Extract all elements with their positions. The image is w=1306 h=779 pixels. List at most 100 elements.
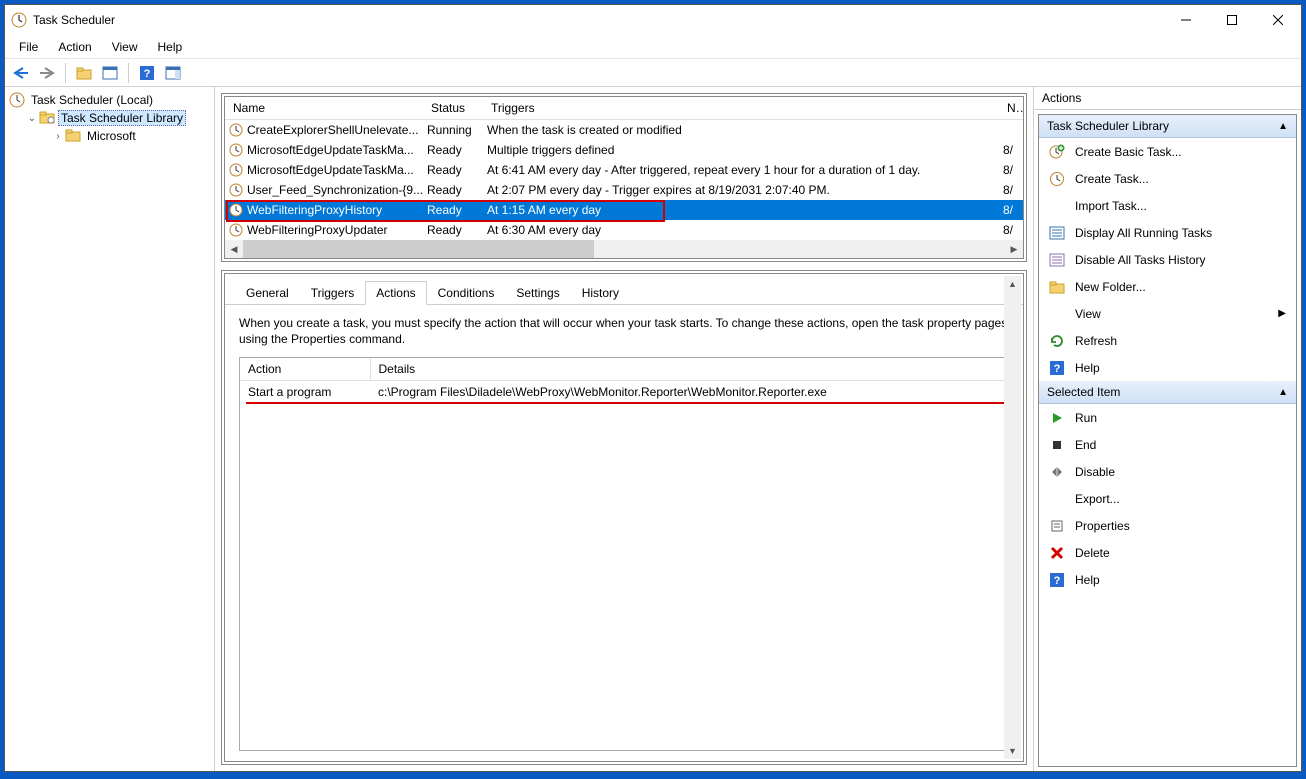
none-icon xyxy=(1049,306,1065,322)
tab-actions[interactable]: Actions xyxy=(365,281,426,305)
refresh-icon xyxy=(1049,333,1065,349)
tab-general[interactable]: General xyxy=(235,281,300,305)
folder-library-icon xyxy=(39,110,55,126)
tab-history[interactable]: History xyxy=(571,281,630,305)
action-create-basic-task[interactable]: Create Basic Task... xyxy=(1039,138,1296,165)
tab-conditions[interactable]: Conditions xyxy=(427,281,506,305)
play-icon xyxy=(1049,410,1065,426)
action-row[interactable]: Start a programc:\Program Files\Diladele… xyxy=(240,380,1008,403)
tree-library[interactable]: ⌄ Task Scheduler Library xyxy=(5,109,214,127)
actions-pane: Actions Task Scheduler Library ▲ Create … xyxy=(1033,87,1301,771)
action-help2[interactable]: ? Help xyxy=(1039,566,1296,593)
task-name: WebFilteringProxyHistory xyxy=(247,203,382,217)
tree-microsoft[interactable]: › Microsoft xyxy=(5,127,214,145)
task-triggers: At 2:07 PM every day - Trigger expires a… xyxy=(483,180,999,200)
clock-icon xyxy=(229,183,243,197)
menu-bar: File Action View Help xyxy=(5,35,1301,59)
caret-right-icon[interactable]: › xyxy=(51,131,65,142)
task-row[interactable]: MicrosoftEdgeUpdateTaskMa...ReadyMultipl… xyxy=(225,140,1023,160)
help-toolbar-icon[interactable]: ? xyxy=(135,61,159,85)
action-disable[interactable]: Disable xyxy=(1039,458,1296,485)
action-label: Run xyxy=(1075,411,1097,425)
task-name: CreateExplorerShellUnelevate... xyxy=(247,123,418,137)
col-status[interactable]: Status xyxy=(423,97,483,120)
forward-button[interactable] xyxy=(35,61,59,85)
horizontal-scrollbar[interactable]: ◀ ▶ xyxy=(225,240,1023,258)
menu-view[interactable]: View xyxy=(102,38,148,56)
action-export[interactable]: Export... xyxy=(1039,485,1296,512)
back-button[interactable] xyxy=(9,61,33,85)
scroll-right-button[interactable]: ▶ xyxy=(1005,240,1023,258)
tree-root[interactable]: Task Scheduler (Local) xyxy=(5,91,214,109)
action-disable-history[interactable]: Disable All Tasks History xyxy=(1039,246,1296,273)
panel-icon-2[interactable] xyxy=(161,61,185,85)
col-name[interactable]: Name xyxy=(225,97,423,120)
action-label: Create Basic Task... xyxy=(1075,145,1182,159)
action-delete[interactable]: Delete xyxy=(1039,539,1296,566)
task-triggers: At 6:30 AM every day xyxy=(483,220,999,240)
task-list-panel: Name Status Triggers N CreateExplorerShe… xyxy=(221,93,1027,262)
caret-down-icon[interactable]: ⌄ xyxy=(25,113,39,124)
action-display-running[interactable]: Display All Running Tasks xyxy=(1039,219,1296,246)
menu-help[interactable]: Help xyxy=(148,38,193,56)
actions-group-selected[interactable]: Selected Item ▲ xyxy=(1039,381,1296,404)
action-run[interactable]: Run xyxy=(1039,404,1296,431)
folder-icon xyxy=(1049,279,1065,295)
task-row[interactable]: WebFilteringProxyHistoryReadyAt 1:15 AM … xyxy=(225,200,1023,220)
task-row[interactable]: WebFilteringProxyUpdaterReadyAt 6:30 AM … xyxy=(225,220,1023,240)
toolbar: ? xyxy=(5,59,1301,87)
task-row[interactable]: CreateExplorerShellUnelevate...RunningWh… xyxy=(225,120,1023,140)
action-label: Disable All Tasks History xyxy=(1075,253,1206,267)
tab-triggers[interactable]: Triggers xyxy=(300,281,366,305)
col-triggers[interactable]: Triggers xyxy=(483,97,999,120)
scroll-up-button[interactable]: ▲ xyxy=(1004,276,1021,293)
tree-library-label: Task Scheduler Library xyxy=(61,111,183,125)
task-triggers: When the task is created or modified xyxy=(483,120,999,140)
title-bar: Task Scheduler xyxy=(5,5,1301,35)
col-details[interactable]: Details xyxy=(370,358,1008,381)
submenu-arrow-icon: ▶ xyxy=(1278,308,1286,319)
menu-file[interactable]: File xyxy=(9,38,48,56)
action-label: Help xyxy=(1075,573,1100,587)
actions-group-library[interactable]: Task Scheduler Library ▲ xyxy=(1039,115,1296,138)
window-title: Task Scheduler xyxy=(33,13,1163,27)
close-button[interactable] xyxy=(1255,5,1301,35)
scroll-down-button[interactable]: ▼ xyxy=(1004,742,1021,759)
maximize-button[interactable] xyxy=(1209,5,1255,35)
main-area: Task Scheduler (Local) ⌄ Task Scheduler … xyxy=(5,87,1301,771)
task-row[interactable]: MicrosoftEdgeUpdateTaskMa...ReadyAt 6:41… xyxy=(225,160,1023,180)
folder-up-icon[interactable] xyxy=(72,61,96,85)
action-new-folder[interactable]: New Folder... xyxy=(1039,273,1296,300)
task-row[interactable]: User_Feed_Synchronization-{9...ReadyAt 2… xyxy=(225,180,1023,200)
action-create-task[interactable]: Create Task... xyxy=(1039,165,1296,192)
action-properties[interactable]: Properties xyxy=(1039,512,1296,539)
app-window: Task Scheduler File Action View Help ? T… xyxy=(4,4,1302,772)
action-end[interactable]: End xyxy=(1039,431,1296,458)
tab-settings[interactable]: Settings xyxy=(505,281,570,305)
minimize-button[interactable] xyxy=(1163,5,1209,35)
action-name: Start a program xyxy=(240,380,370,403)
collapse-icon[interactable]: ▲ xyxy=(1278,121,1288,132)
action-label: Create Task... xyxy=(1075,172,1149,186)
panel-icon[interactable] xyxy=(98,61,122,85)
menu-action[interactable]: Action xyxy=(48,38,101,56)
action-help1[interactable]: ?Help xyxy=(1039,354,1296,381)
actions-group-library-label: Task Scheduler Library xyxy=(1047,119,1169,133)
action-label: End xyxy=(1075,438,1096,452)
task-next: 8/ xyxy=(999,140,1023,160)
help-icon: ? xyxy=(1049,360,1065,376)
collapse-icon[interactable]: ▲ xyxy=(1278,387,1288,398)
scroll-thumb[interactable] xyxy=(243,240,594,258)
action-import-task[interactable]: Import Task... xyxy=(1039,192,1296,219)
stop-icon xyxy=(1049,437,1065,453)
action-refresh[interactable]: Refresh xyxy=(1039,327,1296,354)
task-status: Ready xyxy=(423,160,483,180)
help-icon: ? xyxy=(1049,572,1065,588)
center-pane: Name Status Triggers N CreateExplorerShe… xyxy=(215,87,1033,771)
vertical-scrollbar[interactable]: ▲ ▼ xyxy=(1004,276,1021,760)
action-view[interactable]: View▶ xyxy=(1039,300,1296,327)
highlight-underline xyxy=(246,402,1009,404)
col-action[interactable]: Action xyxy=(240,358,370,381)
col-next[interactable]: N xyxy=(999,97,1023,120)
scroll-left-button[interactable]: ◀ xyxy=(225,240,243,258)
